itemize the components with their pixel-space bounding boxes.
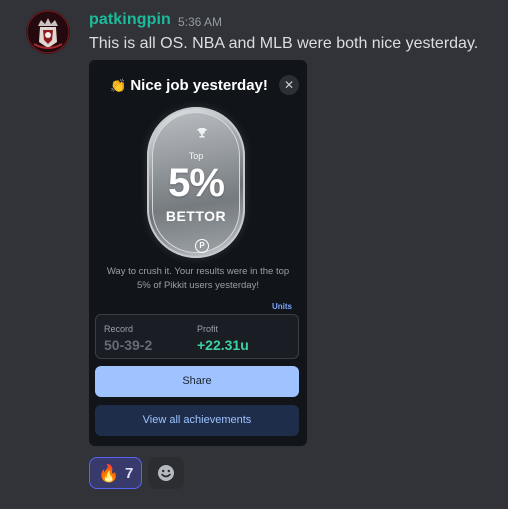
- share-button[interactable]: Share: [95, 366, 299, 397]
- record-label: Record: [104, 324, 134, 334]
- add-reaction-button[interactable]: [148, 457, 184, 489]
- clapping-hands-icon: 👏: [110, 78, 127, 93]
- card-title: 👏 Nice job yesterday!: [89, 77, 307, 94]
- card-title-text: Nice job yesterday!: [130, 77, 268, 94]
- stats-panel: Record 50-39-2 Profit +22.31u: [95, 314, 299, 359]
- profit-label: Profit: [197, 324, 219, 334]
- message-text: This is all OS. NBA and MLB were both ni…: [89, 35, 479, 52]
- badge-percent: 5%: [168, 161, 225, 205]
- username[interactable]: patkingpin: [89, 11, 171, 29]
- view-achievements-button[interactable]: View all achievements: [95, 405, 299, 436]
- badge-label: BETTOR: [165, 208, 227, 224]
- record-value: 50-39-2: [104, 337, 153, 353]
- trophy-icon: [197, 128, 207, 138]
- top-bettor-badge: Top 5% BETTOR P: [147, 107, 245, 258]
- user-avatar[interactable]: [26, 10, 70, 54]
- fire-icon: 🔥: [98, 464, 120, 483]
- badge-inner: Top 5% BETTOR P: [152, 112, 240, 253]
- badge-top-label: Top: [188, 151, 204, 161]
- achievement-card-image[interactable]: 👏 Nice job yesterday! ✕ Top 5% BETTOR P W…: [89, 60, 307, 446]
- timestamp: 5:36 AM: [178, 15, 223, 29]
- achievement-description: Way to crush it. Your results were in th…: [106, 266, 290, 291]
- chat-message: patkingpin 5:36 AM This is all OS. NBA a…: [0, 0, 508, 509]
- units-link[interactable]: Units: [272, 302, 292, 311]
- profit-value: +22.31u: [197, 337, 249, 353]
- pikkit-logo-icon: P: [195, 239, 209, 253]
- close-button[interactable]: ✕: [279, 75, 299, 95]
- reaction-count: 7: [125, 465, 134, 482]
- reaction-fire[interactable]: 🔥 7: [89, 457, 142, 489]
- smiley-add-icon: [158, 465, 174, 481]
